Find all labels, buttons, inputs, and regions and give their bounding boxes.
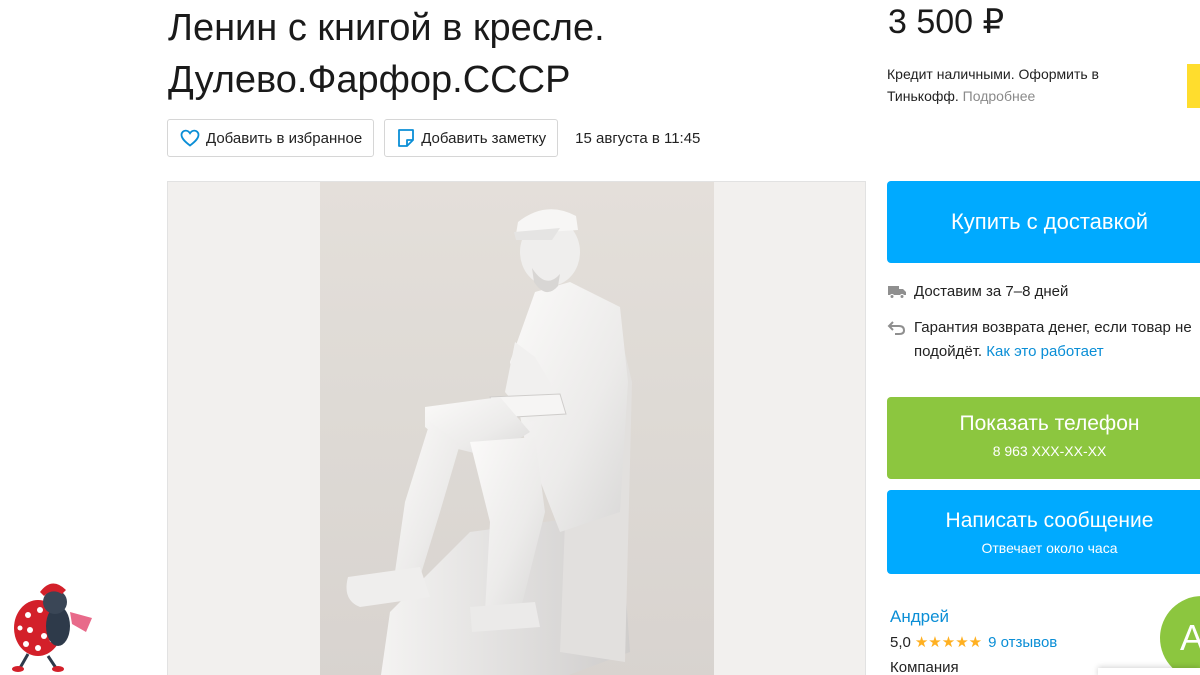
popup-edge	[1098, 668, 1200, 675]
ladybug-mascot-logo	[2, 574, 94, 672]
add-to-favorites-label: Добавить в избранное	[206, 129, 363, 147]
bank-logo[interactable]	[1187, 64, 1200, 108]
heart-icon	[180, 129, 200, 147]
seller-name-link[interactable]: Андрей	[890, 606, 949, 628]
title-line-2: Дулево.Фарфор.СССР	[168, 59, 571, 101]
write-message-button[interactable]: Написать сообщение Отвечает около часа	[887, 490, 1200, 574]
show-phone-label: Показать телефон	[959, 412, 1140, 435]
note-icon	[398, 129, 415, 147]
price: 3 500 ₽	[888, 3, 1005, 41]
return-arrow-icon	[887, 321, 906, 335]
response-time: Отвечает около часа	[981, 540, 1118, 556]
truck-icon	[888, 286, 906, 299]
listing-title: Ленин с книгой в кресле. Дулево.Фарфор.С…	[168, 2, 868, 106]
delivery-text: Доставим за 7–8 дней	[914, 283, 1069, 300]
add-to-favorites-button[interactable]: Добавить в избранное	[167, 119, 375, 157]
delivery-info: Доставим за 7–8 дней	[887, 280, 1197, 304]
rating-value: 5,0	[890, 634, 911, 651]
credit-offer: Кредит наличными. Оформить в Тинькофф. П…	[887, 63, 1157, 107]
guarantee-info: Гарантия возврата денег, если товар не п…	[887, 316, 1197, 364]
publish-date: 15 августа в 11:45	[575, 129, 701, 147]
product-photo[interactable]	[320, 182, 714, 675]
seller-avatar[interactable]: А	[1160, 596, 1200, 675]
masked-phone-number: 8 963 XXX-XX-XX	[992, 443, 1107, 459]
credit-more-link[interactable]: Подробнее	[963, 88, 1036, 104]
title-line-1: Ленин с книгой в кресле.	[168, 7, 605, 49]
how-it-works-link[interactable]: Как это работает	[986, 343, 1103, 360]
seller-type: Компания	[890, 659, 959, 675]
porcelain-figurine-image	[346, 209, 632, 675]
add-note-label: Добавить заметку	[421, 129, 547, 147]
rating-stars-icon: ★★★★★	[914, 634, 983, 651]
listing-actions: Добавить в избранное Добавить заметку 15…	[167, 119, 700, 157]
show-phone-button[interactable]: Показать телефон 8 963 XXX-XX-XX	[887, 397, 1200, 479]
photo-gallery[interactable]	[167, 181, 866, 675]
buy-with-delivery-button[interactable]: Купить с доставкой	[887, 181, 1200, 263]
reviews-link[interactable]: 9 отзывов	[988, 633, 1057, 653]
write-message-label: Написать сообщение	[945, 509, 1154, 532]
seller-rating: 5,0 ★★★★★ 9 отзывов	[890, 633, 1057, 653]
add-note-button[interactable]: Добавить заметку	[384, 119, 559, 157]
buy-with-delivery-label: Купить с доставкой	[950, 209, 1148, 234]
